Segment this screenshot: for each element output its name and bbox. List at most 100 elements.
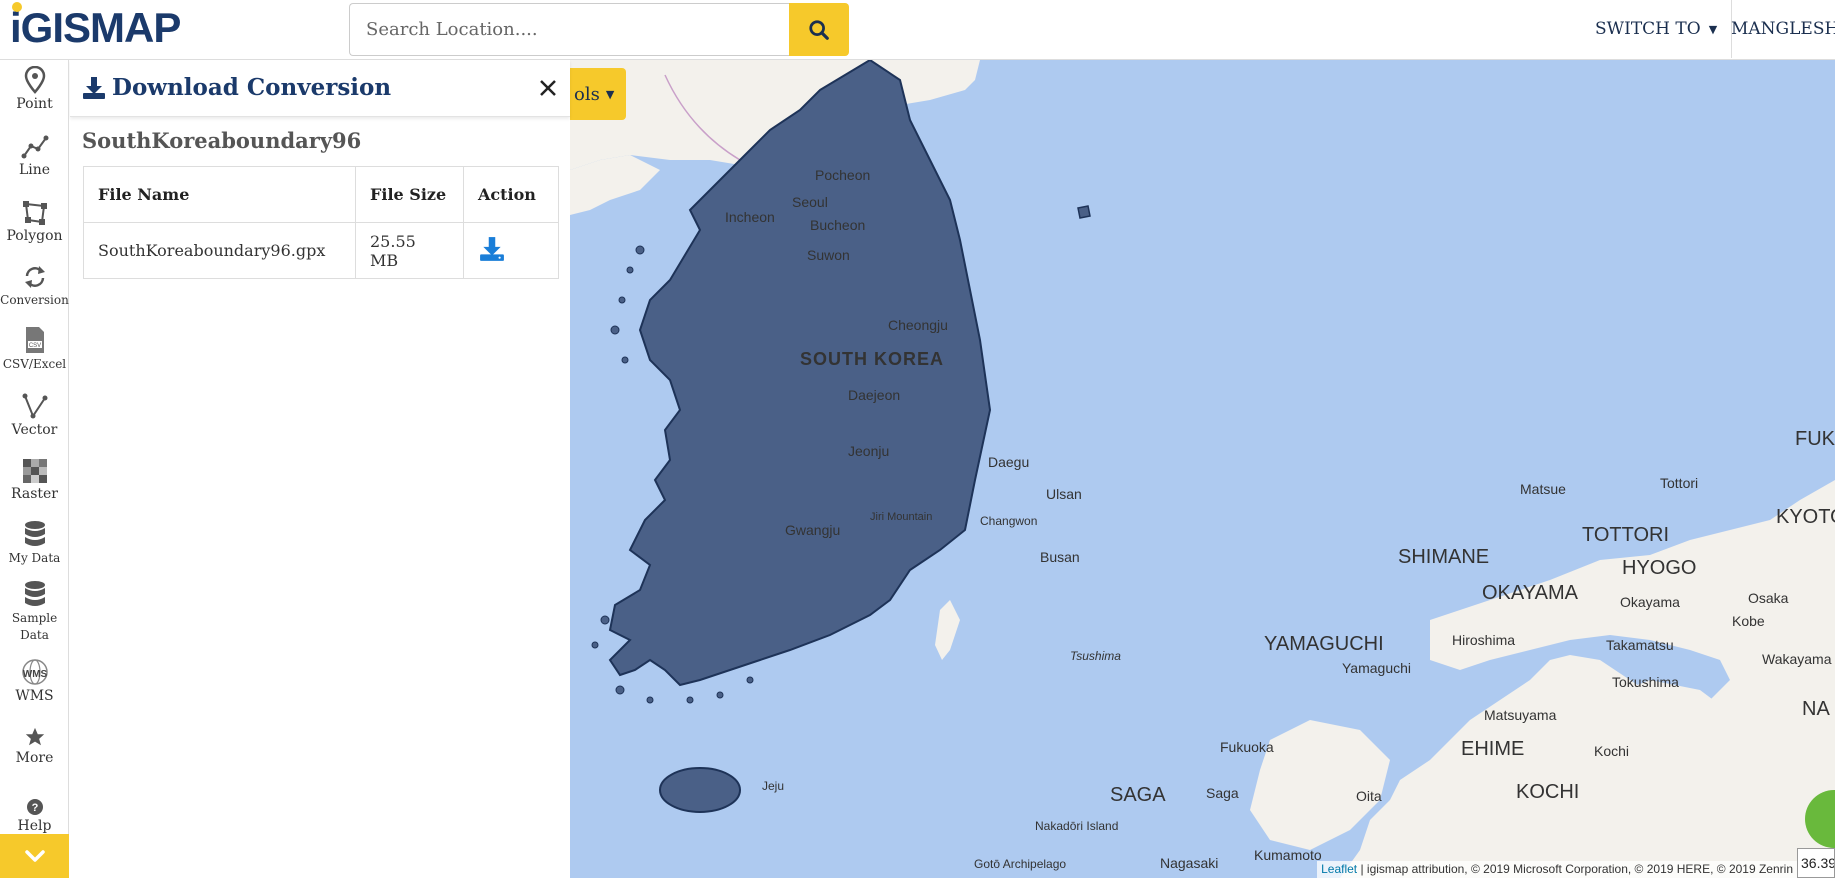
tools-sidebar: Point Line Polygon Conversion CSV CSV/Ex… — [0, 60, 69, 878]
label-gwangju: Gwangju — [785, 522, 840, 538]
label-nakadori-island: Nakadōri Island — [1035, 819, 1118, 833]
close-button[interactable] — [534, 74, 562, 102]
switch-to-dropdown[interactable]: SWITCH TO ▼ — [1595, 0, 1733, 58]
switch-to-label: SWITCH TO — [1595, 19, 1701, 39]
ulleungdo-boundary — [1077, 205, 1091, 219]
conversion-icon — [24, 266, 45, 288]
search-button[interactable] — [789, 3, 849, 56]
sidebar-item-line[interactable]: Line — [0, 134, 69, 179]
caret-down-icon: ▼ — [605, 87, 615, 101]
download-file-button[interactable] — [478, 236, 506, 262]
sidebar-item-label: Point — [16, 96, 53, 112]
sidebar-item-conversion[interactable]: Conversion — [0, 264, 69, 309]
label-na: NA — [1802, 698, 1830, 720]
search-input[interactable] — [349, 3, 789, 56]
sidebar-item-label: Raster — [11, 486, 58, 502]
panel-header: Download Conversion — [70, 60, 570, 117]
csv-icon: CSV — [25, 327, 44, 353]
sidebar-item-wms[interactable]: WMS WMS — [0, 658, 69, 705]
panel-title-text: Download Conversion — [112, 74, 392, 101]
igismap-logo[interactable]: i GISMAP — [10, 2, 181, 52]
label-matsue: Matsue — [1520, 481, 1566, 497]
file-name-cell: SouthKoreaboundary96.gpx — [83, 222, 356, 279]
column-file-name: File Name — [83, 166, 356, 223]
sidebar-item-label: Conversion — [0, 293, 69, 307]
label-yamaguchi-city: Yamaguchi — [1342, 660, 1411, 676]
label-jeonju: Jeonju — [848, 443, 889, 459]
sidebar-item-raster[interactable]: Raster — [0, 458, 69, 503]
sidebar-item-label: Vector — [11, 422, 58, 438]
map-canvas[interactable]: SOUTH KOREA Pocheon Seoul Incheon Bucheo… — [570, 60, 1835, 878]
sidebar-item-more[interactable]: More — [0, 726, 69, 767]
sidebar-item-label: My Data — [8, 551, 61, 565]
logo-text: GISMAP — [20, 4, 182, 51]
label-kyoto: KYOTO — [1776, 506, 1835, 528]
leaflet-link[interactable]: Leaflet — [1321, 862, 1357, 876]
table-header-row: File Name File Size Action — [83, 166, 559, 223]
tools-dropdown-button[interactable]: ols ▼ — [570, 68, 626, 120]
label-kobe: Kobe — [1732, 613, 1765, 629]
jeju-boundary[interactable] — [659, 767, 741, 813]
sidebar-item-help[interactable]: ? Help — [0, 798, 69, 835]
files-table: File Name File Size Action SouthKoreabou… — [83, 166, 559, 279]
attribution-text: | igismap attribution, © 2019 Microsoft … — [1357, 862, 1793, 876]
logo-i: i — [10, 2, 22, 51]
chevron-down-icon — [24, 850, 45, 862]
coordinate-readout: 36.39 — [1797, 848, 1835, 878]
sidebar-item-label: CSV/Excel — [2, 357, 67, 371]
label-daegu: Daegu — [988, 454, 1029, 470]
star-icon — [25, 727, 44, 746]
label-jiri-mountain: Jiri Mountain — [870, 511, 932, 523]
download-icon — [480, 236, 504, 261]
user-menu[interactable]: MANGLESH KUMAR — [1731, 0, 1835, 58]
label-kumamoto: Kumamoto — [1254, 847, 1322, 863]
search-icon — [809, 19, 829, 40]
label-takamatsu: Takamatsu — [1606, 637, 1674, 653]
caret-down-icon: ▼ — [1708, 22, 1718, 36]
sidebar-collapse-button[interactable] — [0, 834, 69, 878]
panel-title: Download Conversion — [82, 74, 391, 101]
tsushima-land — [935, 600, 960, 660]
sidebar-item-sample-data[interactable]: Sample Data — [0, 580, 69, 644]
label-jeju: Jeju — [762, 779, 784, 793]
label-pocheon: Pocheon — [815, 167, 870, 183]
label-kochi: KOCHI — [1516, 781, 1579, 803]
vector-icon — [22, 393, 47, 419]
sidebar-item-label: Polygon — [6, 228, 63, 244]
label-okayama: OKAYAMA — [1482, 582, 1579, 604]
database-icon — [24, 521, 45, 546]
sidebar-item-my-data[interactable]: My Data — [0, 520, 69, 567]
label-tottori-city: Tottori — [1660, 475, 1698, 491]
sidebar-item-vector[interactable]: Vector — [0, 392, 69, 439]
map-pin-icon — [24, 66, 45, 94]
label-south-korea: SOUTH KOREA — [800, 349, 944, 369]
sidebar-item-csv-excel[interactable]: CSV CSV/Excel — [0, 326, 69, 373]
sidebar-item-label: More — [15, 750, 54, 766]
label-tokushima: Tokushima — [1612, 674, 1679, 690]
label-saga: SAGA — [1110, 784, 1166, 806]
label-saga-city: Saga — [1206, 785, 1239, 801]
label-goto-archipelago: Gotō Archipelago — [974, 857, 1066, 871]
sidebar-item-label: Help — [17, 818, 52, 834]
label-ulsan: Ulsan — [1046, 486, 1082, 502]
download-icon — [83, 76, 105, 99]
label-okayama-city: Okayama — [1620, 594, 1680, 610]
close-icon — [540, 80, 556, 96]
sidebar-item-label: Line — [18, 162, 51, 178]
label-matsuyama: Matsuyama — [1484, 707, 1557, 723]
label-seoul: Seoul — [792, 194, 828, 210]
sidebar-item-label: WMS — [15, 688, 54, 704]
sidebar-item-point[interactable]: Point — [0, 66, 69, 113]
label-shimane: SHIMANE — [1398, 546, 1489, 568]
label-hiroshima: Hiroshima — [1452, 632, 1515, 648]
tools-label: ols — [574, 83, 600, 105]
label-tsushima: Tsushima — [1070, 649, 1121, 663]
help-icon: ? — [26, 799, 43, 815]
label-fuk: FUK — [1795, 428, 1835, 450]
label-cheongju: Cheongju — [888, 317, 948, 333]
sidebar-item-polygon[interactable]: Polygon — [0, 200, 69, 245]
svg-text:WMS: WMS — [22, 669, 47, 680]
map-view[interactable]: SOUTH KOREA Pocheon Seoul Incheon Bucheo… — [570, 60, 1835, 878]
line-icon — [21, 135, 48, 159]
label-changwon: Changwon — [980, 514, 1037, 528]
